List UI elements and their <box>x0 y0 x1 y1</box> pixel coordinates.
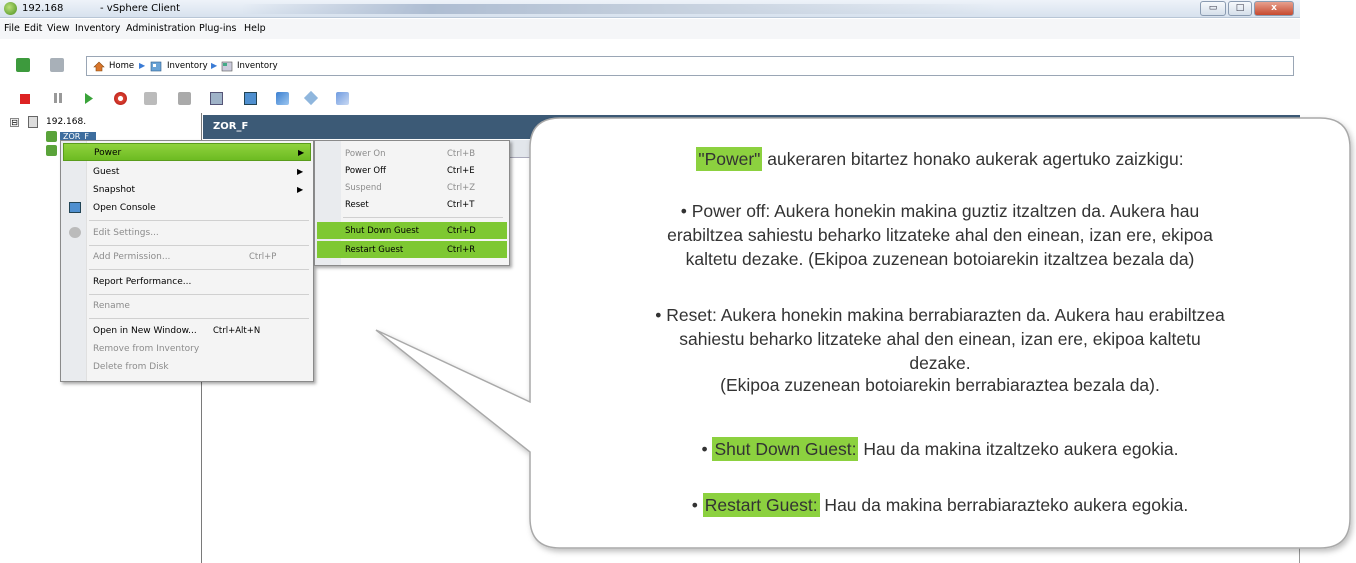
shutdown-note-text: Hau da makina itzaltzeko aukera egokia. <box>858 439 1179 459</box>
power-term-highlight: "Power" <box>696 147 763 171</box>
restart-term-highlight: Restart Guest: <box>702 493 820 517</box>
callout-text: "Power" aukeraren bitartez honako aukera… <box>530 118 1350 548</box>
bullet: • <box>701 439 713 459</box>
reset-line-2: sahiestu beharko litzateke ahal den eine… <box>679 329 1201 349</box>
callout-intro: "Power" aukeraren bitartez honako aukera… <box>530 147 1350 171</box>
restart-guest-note: • Restart Guest: Hau da makina berrabiar… <box>530 493 1350 517</box>
poweroff-line-3: kaltetu dezake. (Ekipoa zuzenean botoiar… <box>685 249 1195 269</box>
reset-line-1: • Reset: Aukera honekin makina berrabiar… <box>655 305 1225 325</box>
poweroff-line-2: erabiltzea sahiestu beharko litzateke ah… <box>667 225 1213 245</box>
reset-line-3: dezake. <box>909 353 971 373</box>
poweroff-line-1: • Power off: Aukera honekin makina guzti… <box>680 201 1200 221</box>
shutdown-guest-note: • Shut Down Guest: Hau da makina itzaltz… <box>530 437 1350 461</box>
callout-intro-text: aukeraren bitartez honako aukerak agertu… <box>762 149 1184 169</box>
restart-note-text: Hau da makina berrabiarazteko aukera ego… <box>819 495 1189 515</box>
shutdown-term-highlight: Shut Down Guest: <box>712 437 859 461</box>
bullet: • <box>691 495 703 515</box>
reset-line-4: (Ekipoa zuzenean botoiarekin berrabiaraz… <box>720 375 1160 395</box>
